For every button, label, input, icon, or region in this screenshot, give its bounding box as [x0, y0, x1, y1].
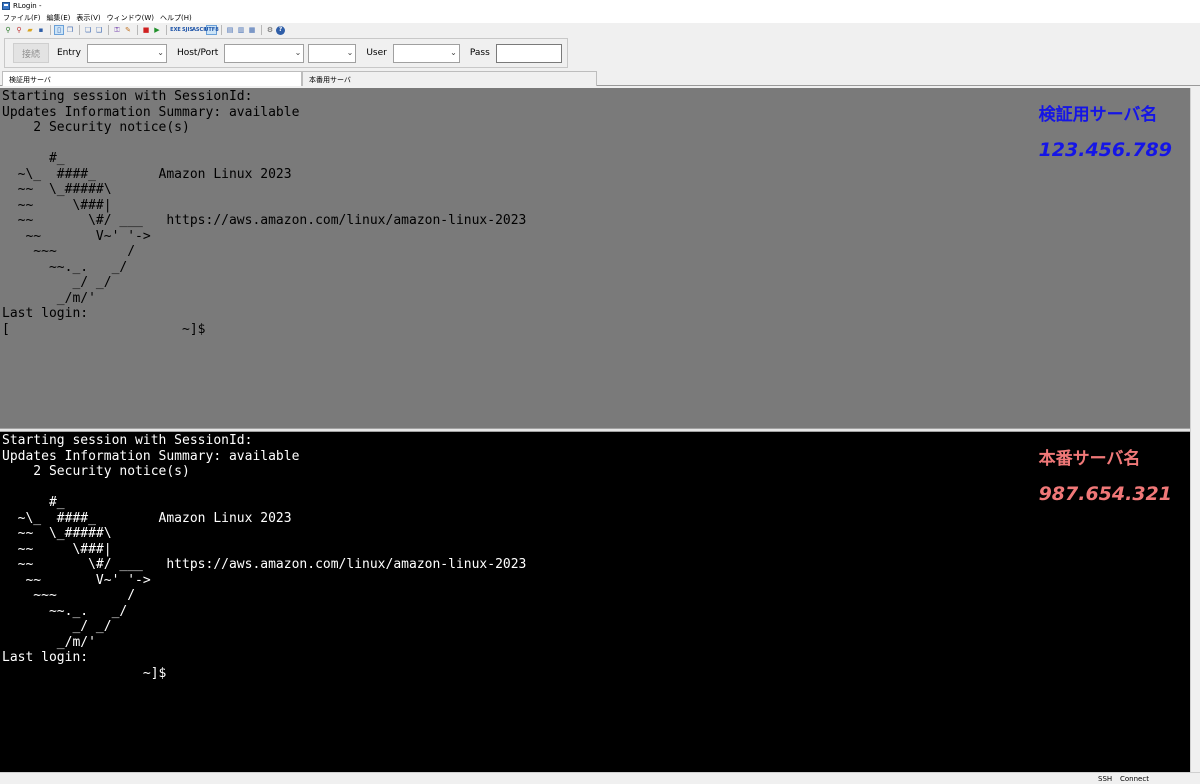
menu-window[interactable]: ウィンドウ(W)	[107, 13, 154, 23]
copy-icon[interactable]: ❏	[83, 25, 93, 35]
toolbar-separator	[166, 25, 167, 35]
duplicate-icon[interactable]: ❐	[65, 25, 75, 35]
window-tile-icon[interactable]: ▥	[236, 25, 246, 35]
status-connection: Connect	[1120, 775, 1149, 783]
menu-help[interactable]: ヘルプ(H)	[160, 13, 192, 23]
terminal-output: Starting session with SessionId: Updates…	[2, 433, 527, 681]
paste-icon[interactable]: ❑	[94, 25, 104, 35]
toolbar-separator	[261, 25, 262, 35]
exe-mode-button[interactable]: EXE	[170, 25, 181, 35]
terminal-pane-staging[interactable]: Starting session with SessionId: Updates…	[0, 88, 1190, 428]
menu-view[interactable]: 表示(V)	[76, 13, 100, 23]
title-bar: RLogin -	[0, 0, 1200, 12]
key-icon[interactable]: ⚿	[112, 25, 122, 35]
toolbar-separator	[108, 25, 109, 35]
host-select[interactable]: ⌄	[224, 43, 305, 63]
connection-panel: 接続 Entry ⌄ Host/Port ⌄ ⌄ User ⌄ Pass	[4, 38, 568, 68]
server-name: 検証用サーバ名	[1038, 105, 1158, 125]
server-name: 本番サーバ名	[1038, 449, 1141, 469]
menu-bar: ファイル(F) 編集(E) 表示(V) ウィンドウ(W) ヘルプ(H)	[0, 12, 1200, 23]
play-icon[interactable]: ▶	[152, 25, 162, 35]
folder-icon[interactable]: ▰	[25, 25, 35, 35]
help-icon[interactable]: ?	[276, 25, 285, 35]
server-ip: 123.456.789	[1038, 139, 1172, 161]
pin-red-icon[interactable]: ⚲	[14, 25, 24, 35]
gear-icon[interactable]: ⚙	[265, 25, 275, 35]
chevron-down-icon: ⌄	[294, 47, 302, 57]
user-select[interactable]: ⌄	[392, 43, 460, 63]
toolbar-separator	[79, 25, 80, 35]
menu-file[interactable]: ファイル(F)	[3, 13, 41, 23]
terminal-pane-production[interactable]: Starting session with SessionId: Updates…	[0, 432, 1190, 772]
user-label: User	[366, 48, 387, 58]
server-ip: 987.654.321	[1038, 483, 1172, 505]
entry-select[interactable]: ⌄	[86, 43, 167, 63]
chevron-down-icon: ⌄	[157, 47, 164, 57]
password-input[interactable]	[495, 43, 562, 63]
chevron-down-icon: ⌄	[346, 47, 354, 57]
rlogin-window: RLogin - ファイル(F) 編集(E) 表示(V) ウィンドウ(W) ヘル…	[0, 0, 1200, 784]
app-logo-icon	[2, 2, 10, 10]
toolbar-separator	[221, 25, 222, 35]
toolbar-separator	[137, 25, 138, 35]
save-icon[interactable]: ▪	[36, 25, 46, 35]
window-split-icon[interactable]: ▤	[225, 25, 235, 35]
scrollbar[interactable]	[1190, 88, 1200, 772]
server-label: 検証用サーバ名 123.456.789	[1039, 100, 1172, 161]
new-document-icon[interactable]: ▯	[54, 25, 64, 35]
window-title: RLogin -	[13, 2, 42, 10]
port-select[interactable]: ⌄	[308, 43, 357, 63]
toolbar: ⚲ ⚲ ▰ ▪ ▯ ❐ ❏ ❑ ⚿ ✎ ■ ▶ EXE SJIS ASCII U…	[0, 23, 1200, 37]
chevron-down-icon: ⌄	[450, 47, 457, 57]
pass-label: Pass	[469, 48, 490, 58]
toolbar-separator	[50, 25, 51, 35]
tab-staging-server[interactable]: 検証用サーバ	[2, 71, 302, 86]
terminal-output: Starting session with SessionId: Updates…	[2, 89, 527, 337]
tab-production-server[interactable]: 本番用サーバ	[302, 71, 597, 86]
tab-bar: 検証用サーバ 本番用サーバ	[0, 70, 1200, 86]
window-stack-icon[interactable]: ▦	[247, 25, 257, 35]
clip-icon[interactable]: ✎	[123, 25, 133, 35]
stop-icon[interactable]: ■	[141, 25, 151, 35]
menu-edit[interactable]: 編集(E)	[47, 13, 71, 23]
hostport-label: Host/Port	[176, 48, 219, 58]
entry-label: Entry	[57, 48, 81, 58]
utf8-mode-button[interactable]: UTF8	[204, 25, 219, 35]
status-protocol: SSH	[1098, 775, 1113, 783]
connect-button[interactable]: 接続	[13, 43, 49, 63]
pin-icon[interactable]: ⚲	[3, 25, 13, 35]
server-label: 本番サーバ名 987.654.321	[1039, 444, 1172, 505]
status-bar: SSH Connect	[0, 772, 1200, 784]
